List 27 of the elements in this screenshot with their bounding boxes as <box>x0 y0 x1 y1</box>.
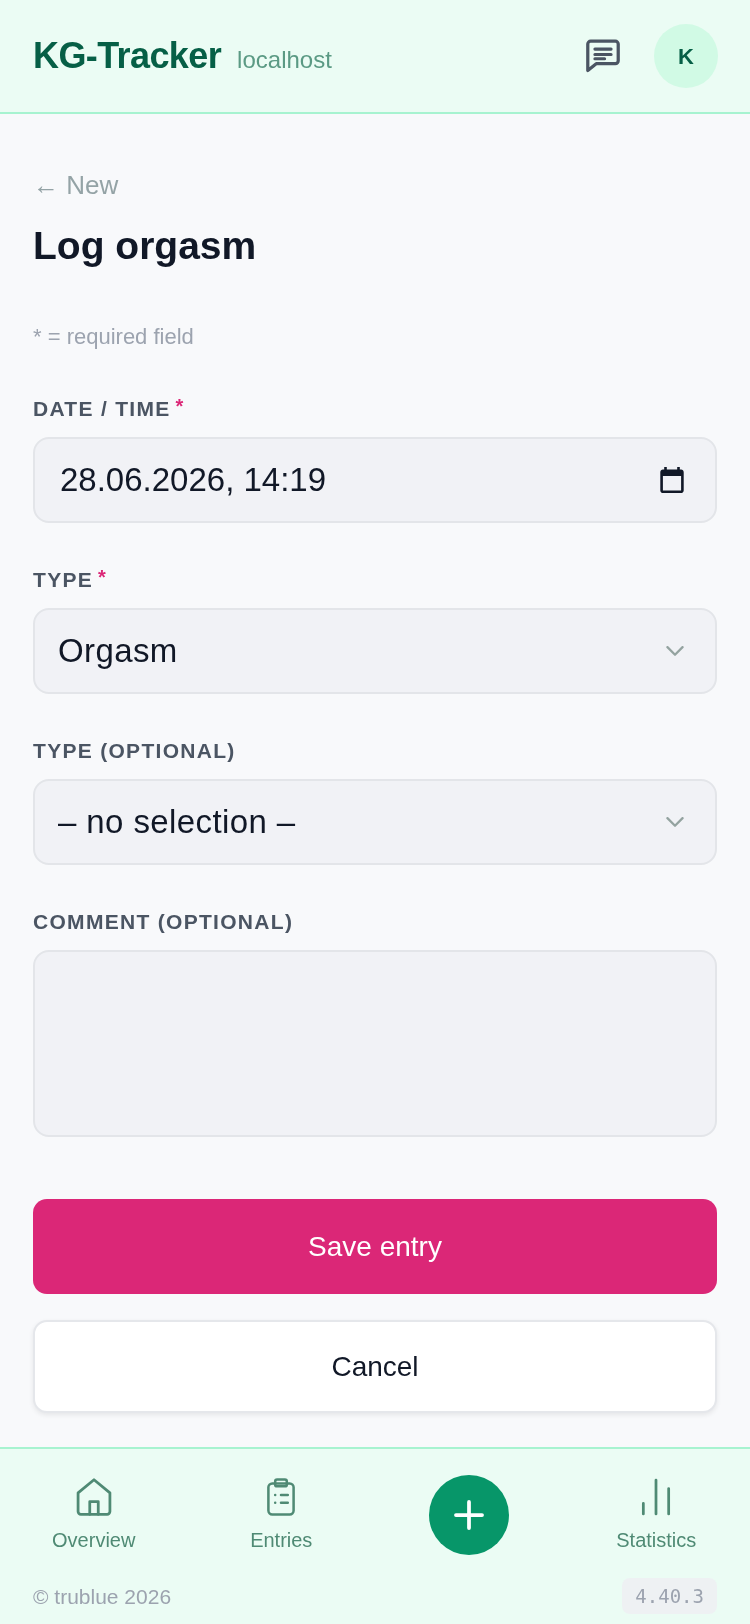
host-name: localhost <box>237 45 332 74</box>
chevron-down-icon <box>666 646 684 656</box>
select-field[interactable]: – no selection – <box>33 779 717 865</box>
save-button[interactable]: Save entry <box>33 1199 717 1294</box>
field-label: DATE / TIME <box>33 396 171 421</box>
nav-tab[interactable]: Overview <box>52 1478 136 1552</box>
home-icon <box>74 1478 113 1516</box>
field-label: COMMENT (OPTIONAL) <box>33 909 294 934</box>
chevron-down-icon <box>666 817 684 827</box>
nav-tab[interactable]: Entries <box>250 1478 313 1552</box>
date-time-field[interactable]: 28.06.2026, 14:19 <box>33 437 717 523</box>
cancel-button[interactable]: Cancel <box>33 1320 717 1413</box>
message-icon[interactable] <box>586 39 620 73</box>
field-label: TYPE <box>33 567 94 592</box>
app-title: KG-Tracker <box>33 34 222 78</box>
page-title: Log orgasm <box>33 223 258 269</box>
avatar-button[interactable]: K <box>654 24 718 88</box>
select-field[interactable]: Orgasm <box>33 608 717 694</box>
required-note: * = required field <box>33 324 195 350</box>
version-badge: 4.40.3 <box>622 1578 717 1614</box>
required-mark: * <box>98 567 108 587</box>
plus-icon <box>453 1500 484 1530</box>
field-label: TYPE (OPTIONAL) <box>33 738 236 763</box>
nav-tab[interactable]: Statistics <box>616 1478 697 1552</box>
calendar-icon[interactable] <box>659 467 685 493</box>
required-mark: * <box>175 396 185 416</box>
copyright-text: © trublue 2026 <box>33 1583 172 1609</box>
